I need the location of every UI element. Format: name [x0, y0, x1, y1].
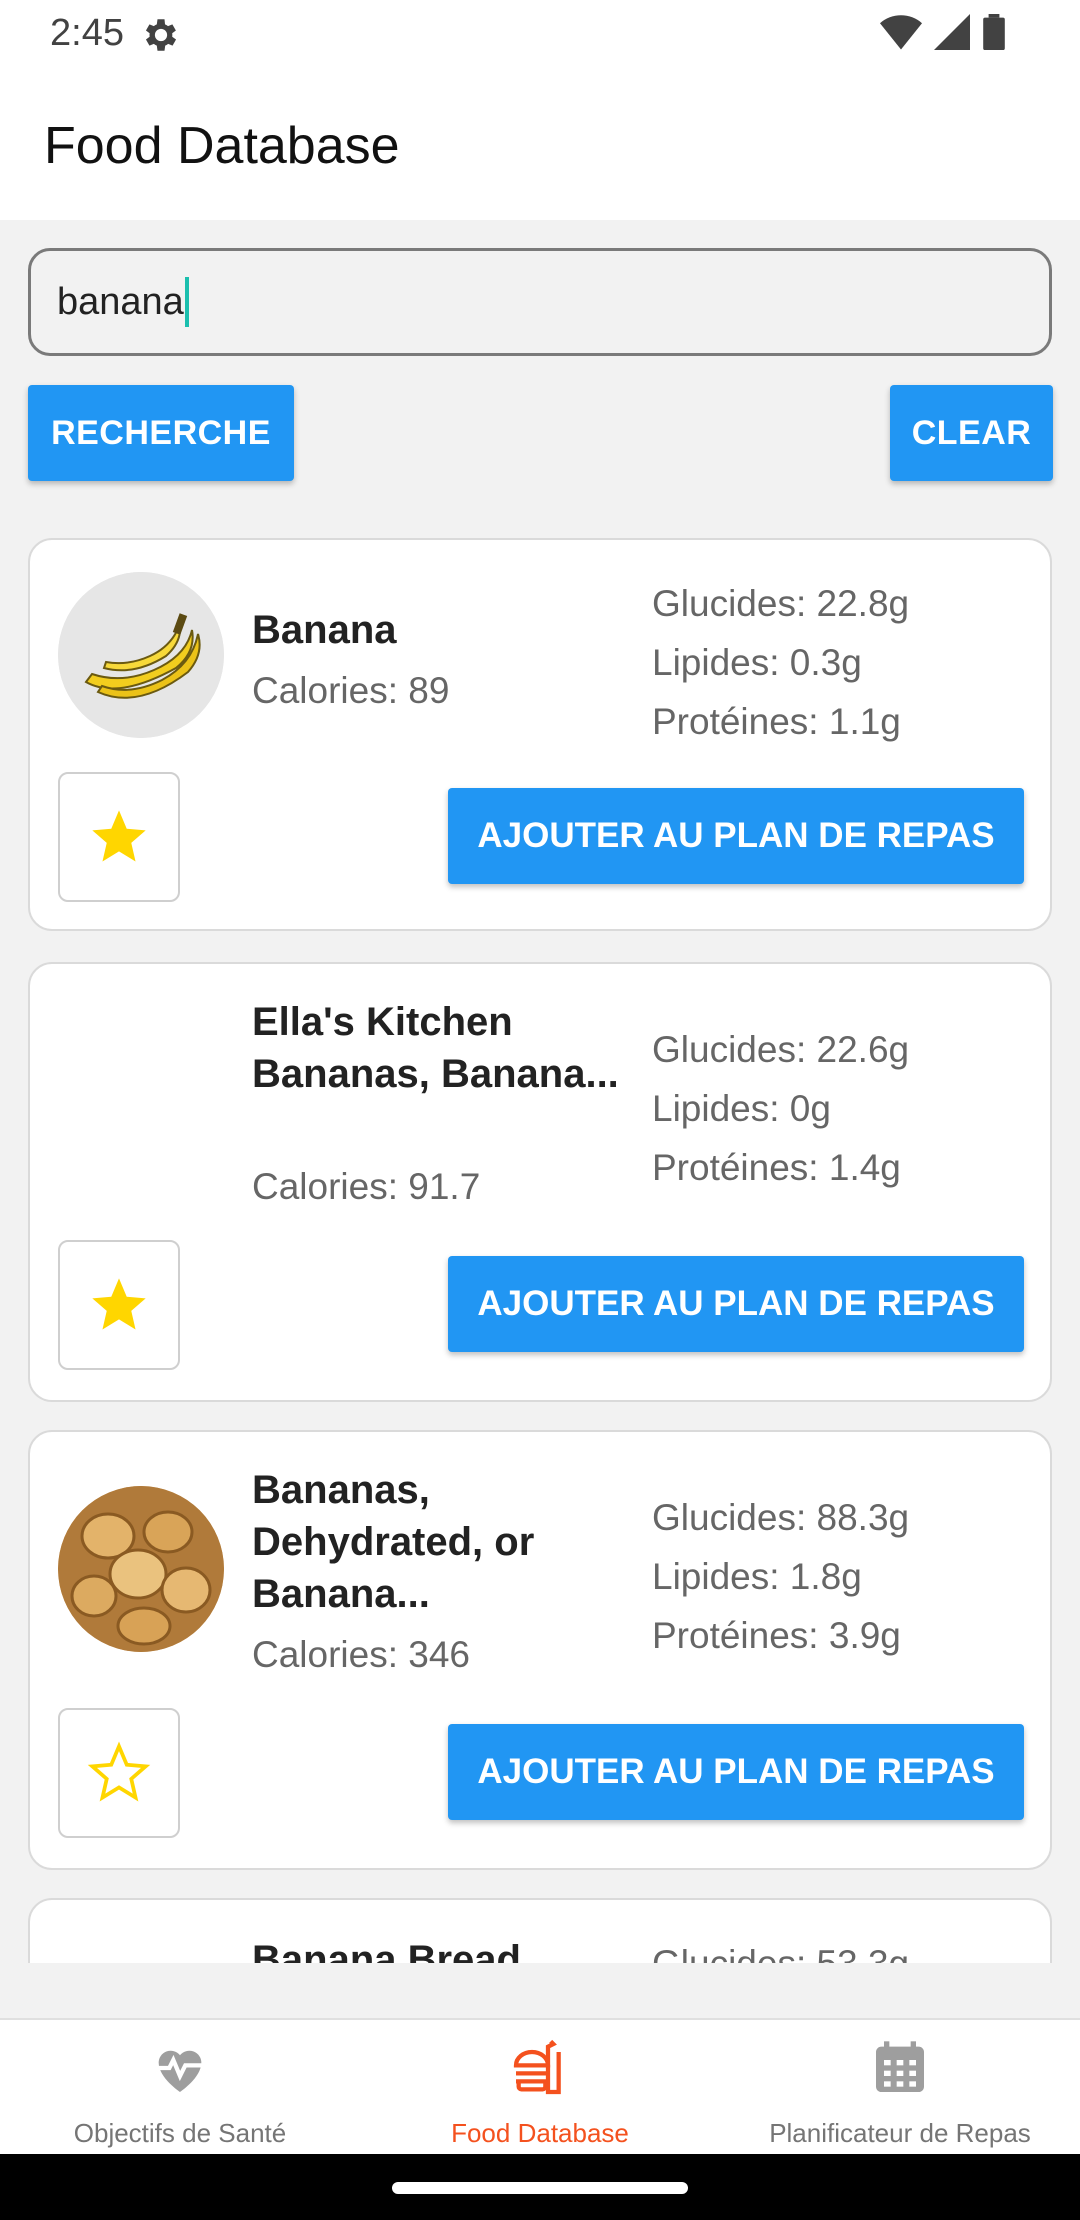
food-carbs: Glucides: 22.8g: [652, 583, 910, 624]
food-card: Banana Calories: 89 Glucides: 22.8g Lipi…: [28, 538, 1052, 931]
status-bar: 2:45: [0, 0, 1080, 66]
food-name: Ella's Kitchen Bananas, Banana...: [252, 1000, 619, 1096]
favorite-button[interactable]: [58, 1240, 180, 1370]
home-gesture-handle[interactable]: [392, 2182, 688, 2194]
food-carbs: Glucides: 22.6g: [652, 1029, 910, 1070]
wifi-icon: [880, 15, 922, 50]
favorite-button[interactable]: [58, 1708, 180, 1838]
heart-pulse-icon: [156, 2050, 204, 2092]
status-icons: [880, 14, 1006, 50]
system-gesture-bar: [0, 2154, 1080, 2220]
settings-gear-icon: [145, 19, 177, 51]
food-fat: Lipides: 0.3g: [652, 642, 862, 683]
search-input-value: banana: [57, 281, 184, 323]
food-protein: Protéines: 1.4g: [652, 1147, 901, 1188]
fast-food-icon: [513, 2039, 561, 2095]
clear-button[interactable]: CLEAR: [890, 385, 1053, 481]
battery-icon: [983, 14, 1005, 50]
list-clip: [0, 1963, 1080, 2020]
search-button[interactable]: RECHERCHE: [28, 385, 294, 481]
food-macros: Glucides: 88.3g Lipides: 1.8g Protéines:…: [652, 1488, 909, 1665]
food-macros: Glucides: 22.6g Lipides: 0g Protéines: 1…: [652, 1020, 909, 1197]
star-outline-icon: [87, 1741, 151, 1802]
nav-meal-planner[interactable]: Planificateur de Repas: [720, 2020, 1080, 2156]
food-carbs: Glucides: 88.3g: [652, 1497, 910, 1538]
nav-label: Food Database: [451, 2118, 629, 2148]
favorite-button[interactable]: [58, 772, 180, 902]
nav-food-database[interactable]: Food Database: [360, 2020, 720, 2156]
cell-signal-icon: [934, 14, 970, 50]
food-protein: Protéines: 3.9g: [652, 1615, 901, 1656]
food-calories: Calories: 346: [252, 1634, 471, 1675]
bottom-navigation: Objectifs de Santé Food Database Planifi…: [0, 2018, 1080, 2154]
star-filled-icon: [92, 810, 146, 862]
add-to-meal-plan-button[interactable]: AJOUTER AU PLAN DE REPAS: [448, 1724, 1024, 1820]
star-filled-icon: [92, 1278, 146, 1330]
nav-label: Objectifs de Santé: [73, 2118, 287, 2148]
banana-chips-image-icon: [58, 1486, 224, 1652]
food-protein: Protéines: 1.1g: [652, 701, 901, 742]
app-bar: Food Database: [0, 66, 1080, 220]
food-macros: Glucides: 22.8g Lipides: 0.3g Protéines:…: [652, 574, 909, 751]
status-time: 2:45: [50, 12, 124, 54]
food-image: [58, 1486, 224, 1652]
main-content[interactable]: banana RECHERCHE CLEAR Banana Calories: …: [0, 220, 1080, 2020]
add-to-meal-plan-button[interactable]: AJOUTER AU PLAN DE REPAS: [448, 1256, 1024, 1352]
food-fat: Lipides: 1.8g: [652, 1556, 862, 1597]
page-title: Food Database: [44, 117, 400, 175]
nav-health-goals[interactable]: Objectifs de Santé: [0, 2020, 360, 2156]
food-name: Banana: [252, 608, 397, 652]
food-calories: Calories: 89: [252, 670, 450, 711]
food-card: Bananas, Dehydrated, or Banana... Calori…: [28, 1430, 1052, 1870]
text-caret: [185, 277, 189, 327]
food-name: Bananas, Dehydrated, or Banana...: [252, 1468, 535, 1616]
food-card: Ella's Kitchen Bananas, Banana... Calori…: [28, 962, 1052, 1402]
banana-image-icon: [58, 572, 224, 738]
calendar-icon: [876, 2041, 924, 2092]
food-fat: Lipides: 0g: [652, 1088, 831, 1129]
search-input[interactable]: banana: [28, 248, 1052, 356]
food-calories: Calories: 91.7: [252, 1166, 481, 1207]
add-to-meal-plan-button[interactable]: AJOUTER AU PLAN DE REPAS: [448, 788, 1024, 884]
food-image: [58, 572, 224, 738]
nav-label: Planificateur de Repas: [769, 2118, 1031, 2148]
